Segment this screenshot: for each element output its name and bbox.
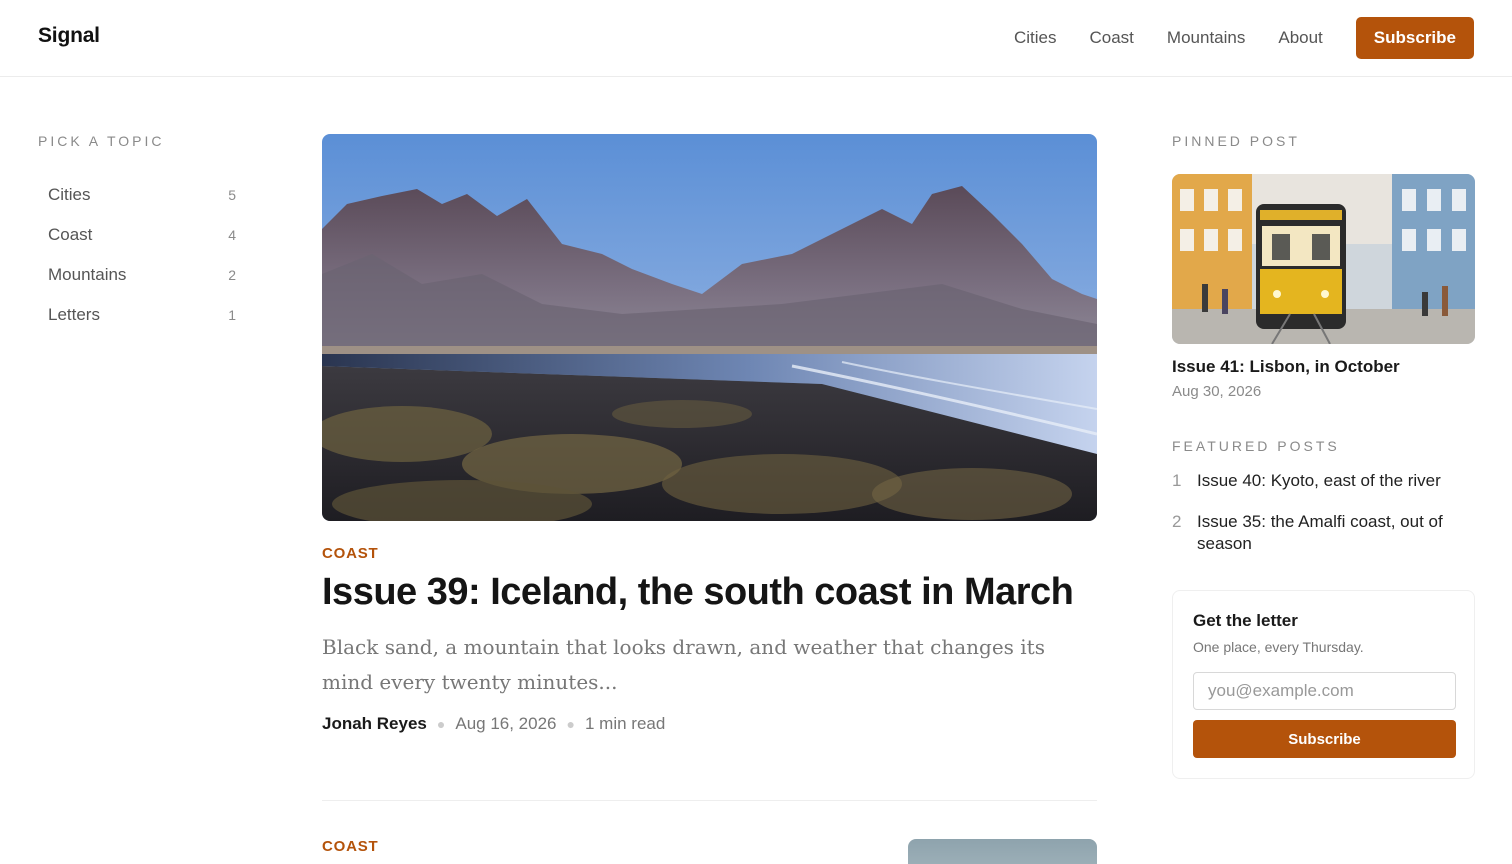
featured-post-title: Issue 35: the Amalfi coast, out of seaso… <box>1197 512 1443 553</box>
article-title[interactable]: Issue 39: Iceland, the south coast in Ma… <box>322 570 1097 616</box>
article-meta: Jonah Reyes ● Aug 16, 2026 ● 1 min read <box>322 714 1097 734</box>
newsletter-box: Get the letter One place, every Thursday… <box>1172 590 1475 779</box>
nav-link-cities[interactable]: Cities <box>1014 28 1057 48</box>
article-date: Aug 16, 2026 <box>455 713 557 733</box>
next-article-category[interactable]: COAST <box>322 838 379 855</box>
topic-item-mountains[interactable]: Mountains 2 <box>38 255 238 295</box>
featured-post-title: Issue 40: Kyoto, east of the river <box>1197 471 1441 490</box>
pinned-post-title[interactable]: Issue 41: Lisbon, in October <box>1172 357 1475 377</box>
newsletter-subscribe-button[interactable]: Subscribe <box>1193 720 1456 758</box>
topic-list: Cities 5 Coast 4 Mountains 2 Letters 1 <box>38 175 238 335</box>
featured-post-number: 2 <box>1172 512 1182 531</box>
topic-name: Coast <box>48 225 93 244</box>
topic-item-cities[interactable]: Cities 5 <box>38 175 238 215</box>
topic-count: 4 <box>228 227 236 243</box>
meta-separator-dot: ● <box>566 715 575 732</box>
article-author[interactable]: Jonah Reyes <box>322 714 427 734</box>
article-divider <box>322 800 1097 801</box>
article-category[interactable]: COAST <box>322 545 1097 562</box>
newsletter-subtitle: One place, every Thursday. <box>1193 639 1364 655</box>
header-subscribe-button[interactable]: Subscribe <box>1355 17 1474 59</box>
newsletter-email-input[interactable] <box>1193 672 1456 710</box>
meta-separator-dot: ● <box>436 715 446 732</box>
site-header: Signal Cities Coast Mountains About Subs… <box>0 0 1512 77</box>
topic-name: Mountains <box>48 265 127 284</box>
featured-post-item[interactable]: 1 Issue 40: Kyoto, east of the river <box>1172 470 1475 492</box>
topic-count: 1 <box>228 307 236 323</box>
topic-sidebar: PICK A TOPIC Cities 5 Coast 4 Mountains … <box>38 133 238 335</box>
featured-post-number: 1 <box>1172 471 1182 490</box>
pinned-post-image[interactable] <box>1172 174 1475 344</box>
featured-list: 1 Issue 40: Kyoto, east of the river 2 I… <box>1172 470 1475 555</box>
topics-heading: PICK A TOPIC <box>38 133 165 149</box>
nav-link-about[interactable]: About <box>1278 28 1322 48</box>
featured-post-item[interactable]: 2 Issue 35: the Amalfi coast, out of sea… <box>1172 511 1475 555</box>
next-article-thumbnail[interactable] <box>908 839 1097 864</box>
nav-link-coast[interactable]: Coast <box>1090 28 1134 48</box>
right-sidebar: PINNED POST Issue 41: Lisbon, in October… <box>1172 133 1475 574</box>
pinned-post-date: Aug 30, 2026 <box>1172 383 1262 400</box>
newsletter-title: Get the letter <box>1193 611 1298 630</box>
topic-count: 5 <box>228 187 236 203</box>
article-excerpt: Black sand, a mountain that looks drawn,… <box>322 634 1045 694</box>
featured-heading: FEATURED POSTS <box>1172 438 1340 454</box>
topic-name: Cities <box>48 185 91 204</box>
topic-item-coast[interactable]: Coast 4 <box>38 215 238 255</box>
main-nav: Cities Coast Mountains About Subscribe <box>1014 17 1474 59</box>
pinned-heading: PINNED POST <box>1172 133 1300 149</box>
brand-logo[interactable]: Signal <box>38 24 100 48</box>
hero-image[interactable] <box>322 134 1097 521</box>
article-read-time: 1 min read <box>584 713 666 733</box>
featured-article: COAST Issue 39: Iceland, the south coast… <box>322 134 1097 734</box>
topic-item-letters[interactable]: Letters 1 <box>38 295 238 335</box>
topic-name: Letters <box>48 305 100 324</box>
nav-link-mountains[interactable]: Mountains <box>1167 28 1245 48</box>
topic-count: 2 <box>228 267 236 283</box>
